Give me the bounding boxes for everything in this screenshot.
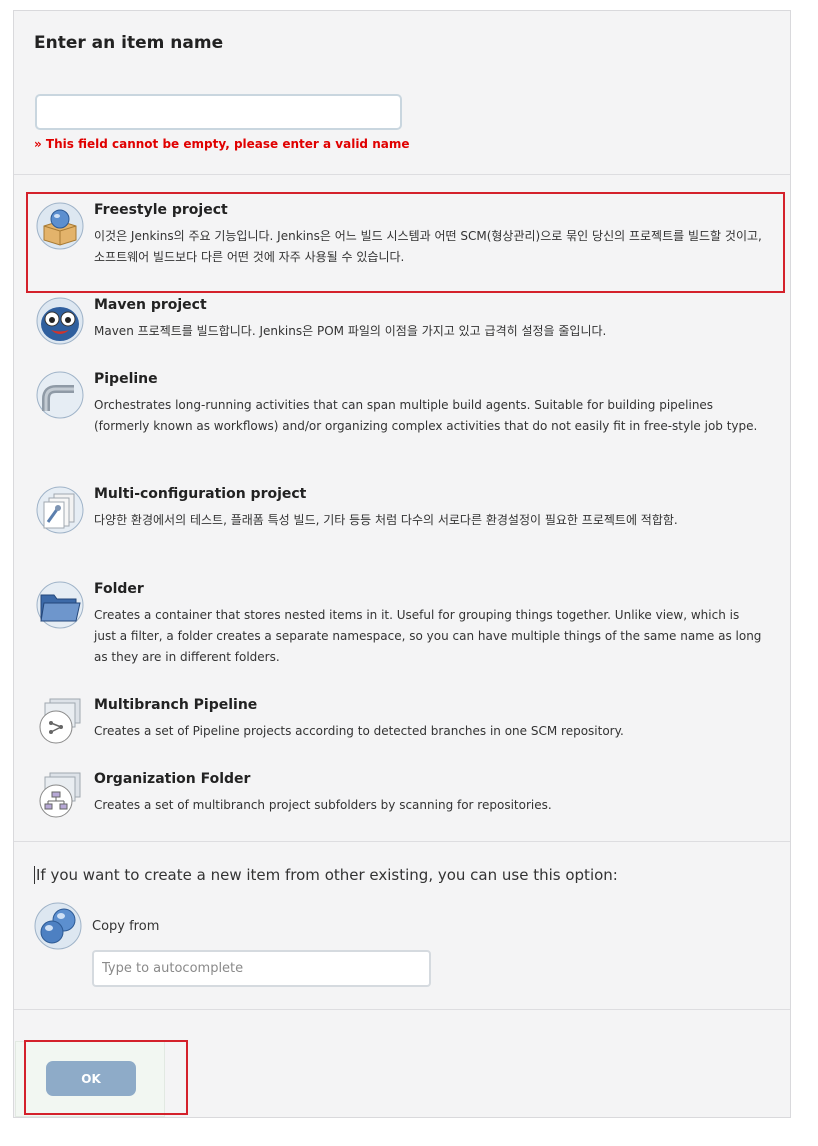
- item-description: 다양한 환경에서의 테스트, 플래폼 특성 빌드, 기타 등등 처럼 다수의 서…: [94, 513, 678, 527]
- multibranch-pipeline-icon: [36, 697, 84, 745]
- item-label: Multi-configuration project: [94, 486, 307, 502]
- item-label: Folder: [94, 581, 144, 597]
- item-description: 이것은 Jenkins의 주요 기능입니다. Jenkins은 어느 빌드 시스…: [94, 229, 762, 264]
- item-description: Maven 프로젝트를 빌드합니다. Jenkins은 POM 파일의 이점을 …: [94, 324, 607, 338]
- pipeline-icon: [36, 371, 84, 419]
- copy-from-icon: [34, 902, 82, 950]
- item-pipeline[interactable]: Pipeline Orchestrates long-running activ…: [14, 371, 790, 466]
- item-multibranch-pipeline[interactable]: Multibranch Pipeline Creates a set of Pi…: [14, 697, 790, 752]
- item-type-list: Freestyle project 이것은 Jenkins의 주요 기능입니다.…: [14, 176, 790, 842]
- item-label: Multibranch Pipeline: [94, 697, 258, 713]
- copy-from-section: If you want to create a new item from ot…: [14, 842, 790, 1010]
- freestyle-project-icon: [36, 202, 84, 250]
- item-multi-configuration-project[interactable]: Multi-configuration project 다양한 환경에서의 테스…: [14, 486, 790, 561]
- item-label: Organization Folder: [94, 771, 251, 787]
- item-folder[interactable]: Folder Creates a container that stores n…: [14, 581, 790, 676]
- item-maven-project[interactable]: Maven project Maven 프로젝트를 빌드합니다. Jenkins…: [14, 297, 790, 357]
- organization-folder-icon: [36, 771, 84, 819]
- item-organization-folder[interactable]: Organization Folder Creates a set of mul…: [14, 771, 790, 826]
- item-name-error: » This field cannot be empty, please ent…: [34, 137, 410, 151]
- folder-icon: [36, 581, 84, 629]
- item-freestyle-project[interactable]: Freestyle project 이것은 Jenkins의 주요 기능입니다.…: [14, 202, 790, 282]
- item-description: Creates a set of Pipeline projects accor…: [94, 724, 624, 738]
- multi-configuration-project-icon: [36, 486, 84, 534]
- item-description: Orchestrates long-running activities tha…: [94, 398, 758, 433]
- ok-button[interactable]: OK: [46, 1061, 136, 1096]
- form-footer: OK: [14, 1010, 790, 1118]
- copy-from-input[interactable]: [92, 950, 431, 987]
- item-label: Freestyle project: [94, 202, 228, 218]
- item-label: Pipeline: [94, 371, 158, 387]
- item-name-title: Enter an item name: [34, 33, 224, 53]
- item-label: Maven project: [94, 297, 207, 313]
- new-item-panel: Enter an item name » This field cannot b…: [13, 10, 791, 1118]
- item-name-input[interactable]: [35, 94, 402, 130]
- copy-from-label: Copy from: [92, 919, 160, 934]
- maven-project-icon: [36, 297, 84, 345]
- item-description: Creates a set of multibranch project sub…: [94, 798, 552, 812]
- item-name-section: Enter an item name » This field cannot b…: [14, 11, 790, 175]
- copy-from-heading: If you want to create a new item from ot…: [34, 866, 618, 884]
- item-description: Creates a container that stores nested i…: [94, 608, 762, 664]
